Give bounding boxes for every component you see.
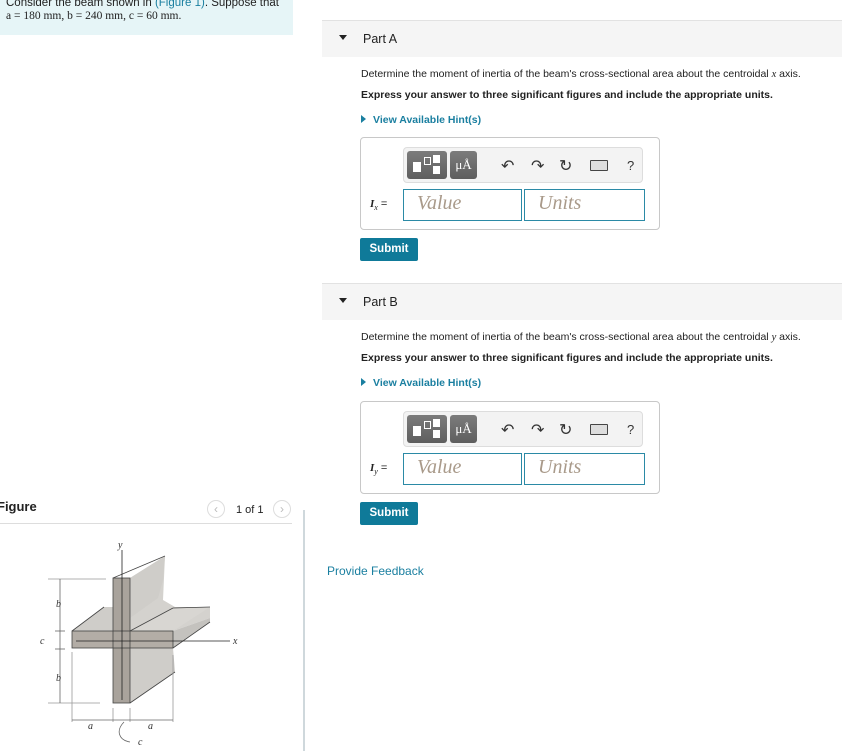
undo-icon[interactable]: ↶ [501,420,514,440]
math-toolbar: μÅ ↶ ↷ ↻ ? [403,147,643,183]
part-a-label: Part A [363,32,398,46]
math-toolbar: μÅ ↶ ↷ ↻ ? [403,411,643,447]
problem-text: Consider the beam shown in [6,0,155,9]
provide-feedback-link[interactable]: Provide Feedback [327,564,424,578]
part-a-value-input[interactable]: Value [403,189,522,221]
prev-figure-button[interactable]: ‹ [207,500,225,518]
part-b-question: Determine the moment of inertia of the b… [361,331,801,343]
caret-down-icon [339,298,347,303]
x-axis-label: x [232,636,238,647]
templates-icon-part [433,155,440,163]
dim-b-bottom: b [56,673,61,684]
templates-icon-part [433,419,440,427]
part-b-variable-label: Iy = [370,462,387,476]
dim-a-left: a [88,721,93,732]
caret-right-icon [361,115,366,123]
redo-icon[interactable]: ↷ [531,420,544,440]
question-text: axis. [776,68,801,80]
part-a-answer-box: μÅ ↶ ↷ ↻ ? Ix = Value Units [360,137,660,230]
keyboard-icon[interactable] [590,424,608,435]
part-a-variable-label: Ix = [370,198,387,212]
part-b-answer-box: μÅ ↶ ↷ ↻ ? Iy = Value Units [360,401,660,494]
figure-pager: 1 of 1 [236,504,264,516]
part-b-label: Part B [363,295,398,309]
templates-icon-part [424,157,431,165]
question-text: Determine the moment of inertia of the b… [361,68,772,80]
dim-a-right: a [148,721,153,732]
dim-c-left: c [40,636,45,647]
keyboard-icon[interactable] [590,160,608,171]
part-a-units-input[interactable]: Units [524,189,645,221]
figure-divider [0,523,292,524]
problem-values: a = 180 mm, b = 240 mm, c = 60 mm. [6,10,182,22]
part-a-header[interactable]: Part A [322,20,842,57]
panel-divider[interactable] [303,510,305,751]
hint-label: View Available Hint(s) [373,114,482,126]
question-text: Determine the moment of inertia of the b… [361,331,772,343]
figure-link[interactable]: (Figure 1) [155,0,205,9]
chevron-right-icon: › [280,502,284,516]
templates-button[interactable] [407,415,447,443]
part-b-submit-button[interactable]: Submit [360,502,418,525]
hint-label: View Available Hint(s) [373,377,482,389]
part-a-hints-link[interactable]: View Available Hint(s) [361,114,481,126]
templates-button[interactable] [407,151,447,179]
problem-text: . Suppose that [204,0,279,9]
reset-icon[interactable]: ↻ [559,420,572,440]
part-a-question: Determine the moment of inertia of the b… [361,68,801,80]
chevron-left-icon: ‹ [214,502,218,516]
part-b-header[interactable]: Part B [322,283,842,320]
equals: = [377,462,388,474]
help-button[interactable]: ? [627,158,634,173]
caret-right-icon [361,378,366,386]
templates-icon [413,426,421,436]
figure-title: Figure [0,499,37,514]
help-button[interactable]: ? [627,422,634,437]
part-b-hints-link[interactable]: View Available Hint(s) [361,377,481,389]
reset-icon[interactable]: ↻ [559,156,572,176]
part-a-instruction: Express your answer to three significant… [361,89,773,101]
units-button[interactable]: μÅ [450,415,477,443]
part-b-value-input[interactable]: Value [403,453,522,485]
templates-icon [413,162,421,172]
part-b-instruction: Express your answer to three significant… [361,352,773,364]
templates-icon-part [433,430,440,438]
dim-c-bottom: c [138,737,143,748]
problem-statement: Consider the beam shown in (Figure 1). S… [0,0,293,35]
templates-icon-part [433,166,440,174]
beam-figure: y x b c b a a c [40,540,238,748]
question-text: axis. [776,331,801,343]
next-figure-button[interactable]: › [273,500,291,518]
dim-b-top: b [56,599,61,610]
part-a-submit-button[interactable]: Submit [360,238,418,261]
templates-icon-part [424,421,431,429]
caret-down-icon [339,35,347,40]
redo-icon[interactable]: ↷ [531,156,544,176]
y-axis-label: y [117,540,123,551]
equals: = [377,198,388,210]
undo-icon[interactable]: ↶ [501,156,514,176]
units-button[interactable]: μÅ [450,151,477,179]
part-b-units-input[interactable]: Units [524,453,645,485]
